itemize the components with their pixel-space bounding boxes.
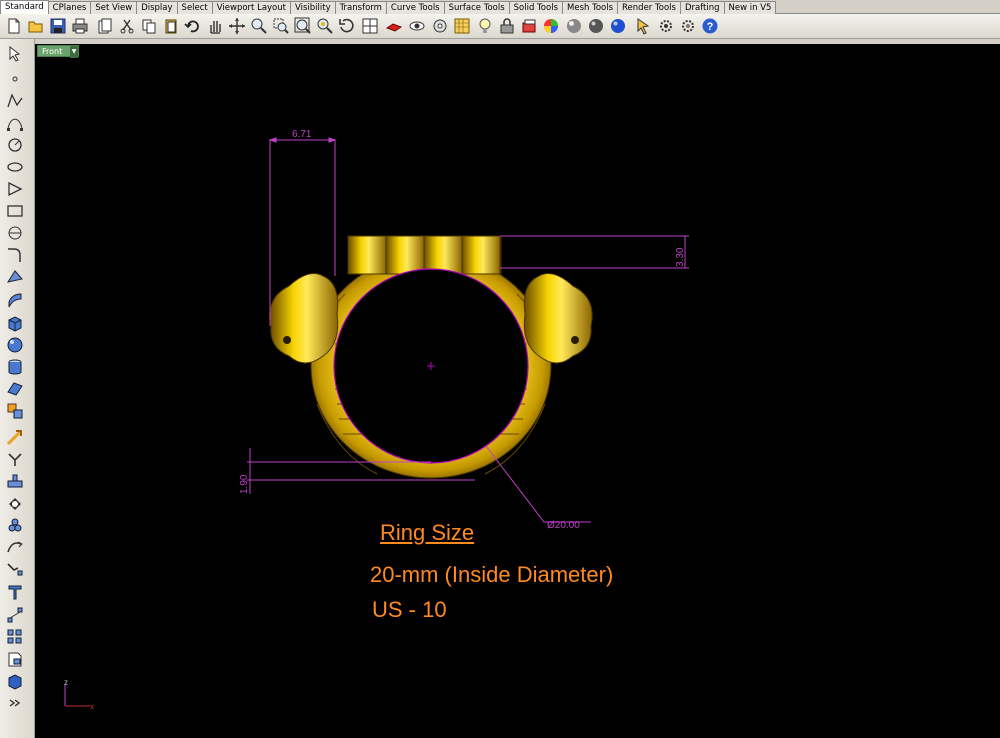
points-on-icon[interactable] [6, 606, 24, 624]
tab-drafting[interactable]: Drafting [679, 1, 725, 14]
world-axes-icon: z x [64, 678, 94, 711]
array-icon[interactable] [6, 628, 24, 646]
extrude-surface-icon[interactable] [6, 290, 24, 308]
save-icon[interactable] [49, 17, 67, 35]
new-file-icon[interactable] [5, 17, 23, 35]
move-arrows-icon[interactable] [228, 17, 246, 35]
copy-icon[interactable] [140, 17, 158, 35]
surface-corner-icon[interactable] [6, 268, 24, 286]
four-viewports-icon[interactable] [361, 17, 379, 35]
ring-size-us-text: US - 10 [372, 597, 447, 622]
lion-head-right [523, 273, 593, 364]
dimension-diameter-leader [485, 445, 591, 523]
ring-model-scene: 6.71 3.30 1.90 Ø20.00 z x [64, 129, 689, 711]
analyze-icon[interactable] [6, 516, 24, 534]
ellipse-icon[interactable] [6, 158, 24, 176]
zoom-selected-icon[interactable] [316, 17, 334, 35]
ring-size-title: Ring Size [380, 520, 475, 545]
tab-curve-tools[interactable]: Curve Tools [385, 1, 445, 14]
tab-select[interactable]: Select [176, 1, 213, 14]
mesh-plane-icon[interactable] [6, 380, 24, 398]
paste-icon[interactable] [162, 17, 180, 35]
dimension-tool-icon[interactable] [6, 560, 24, 578]
boolean-icon[interactable] [6, 472, 24, 490]
dimension-diameter-label: Ø20.00 [547, 520, 580, 531]
box-solid-icon[interactable] [6, 314, 24, 332]
toolbar-tabs: Standard CPlanes Set View Display Select… [0, 0, 1000, 14]
zoom-window-icon[interactable] [272, 17, 290, 35]
curve-control-points-icon[interactable] [6, 114, 24, 132]
render-sphere-icon[interactable] [609, 17, 627, 35]
rectangle-icon[interactable] [6, 202, 24, 220]
curve-from-object-icon[interactable] [6, 538, 24, 556]
lock-icon[interactable] [498, 17, 516, 35]
move-icon[interactable] [6, 428, 24, 446]
svg-text:?: ? [707, 21, 714, 33]
cut-icon[interactable] [118, 17, 136, 35]
rotate-view-icon[interactable] [338, 17, 356, 35]
transform-icon[interactable] [6, 402, 24, 420]
ring-size-diameter-text: 20-mm (Inside Diameter) [370, 562, 614, 587]
tab-render-tools[interactable]: Render Tools [617, 1, 681, 14]
axis-x-label: x [90, 702, 94, 711]
tab-surface-tools[interactable]: Surface Tools [443, 1, 510, 14]
color-wheel-icon[interactable] [542, 17, 560, 35]
undo-icon[interactable] [184, 17, 202, 35]
arc-icon[interactable] [6, 224, 24, 242]
tab-transform[interactable]: Transform [334, 1, 387, 14]
tab-solid-tools[interactable]: Solid Tools [508, 1, 563, 14]
block-icon[interactable] [6, 650, 24, 668]
tab-standard[interactable]: Standard [0, 0, 49, 14]
polyline-icon[interactable] [6, 92, 24, 110]
axis-z-label: z [64, 678, 68, 687]
rendered-sphere-icon[interactable] [587, 17, 605, 35]
cplane-icon[interactable] [431, 17, 449, 35]
cylinder-solid-icon[interactable] [6, 358, 24, 376]
sphere-solid-icon[interactable] [6, 336, 24, 354]
zoom-extents-icon[interactable] [294, 17, 312, 35]
dimension-thickness-left-label: 1.90 [239, 474, 250, 494]
lion-head-left [269, 273, 339, 364]
shaded-sphere-icon[interactable] [565, 17, 583, 35]
named-view-icon[interactable] [408, 17, 426, 35]
select-pointer-icon[interactable] [635, 17, 653, 35]
zoom-dynamic-icon[interactable] [250, 17, 268, 35]
split-icon[interactable] [6, 450, 24, 468]
pan-hand-icon[interactable] [206, 17, 224, 35]
solid-box-icon[interactable] [6, 672, 24, 690]
select-color-icon[interactable] [385, 17, 403, 35]
tab-visibility[interactable]: Visibility [289, 1, 336, 14]
dimension-width-top-label: 6.71 [292, 129, 312, 140]
layer-icon[interactable] [520, 17, 538, 35]
text-object-icon[interactable] [6, 583, 24, 601]
print-icon[interactable] [71, 17, 89, 35]
more-tools-chevron-icon[interactable] [6, 694, 24, 712]
open-file-icon[interactable] [27, 17, 45, 35]
dimension-height-right-label: 3.30 [675, 247, 686, 267]
import-icon[interactable] [96, 17, 114, 35]
tab-display[interactable]: Display [136, 1, 178, 14]
tab-new-in-v5[interactable]: New in V5 [723, 1, 777, 14]
polygon-icon[interactable] [6, 180, 24, 198]
circle-icon[interactable] [6, 136, 24, 154]
options-gear-icon[interactable] [657, 17, 675, 35]
tab-viewport-layout[interactable]: Viewport Layout [211, 1, 291, 14]
ring-top-settings [347, 235, 502, 275]
help-icon[interactable]: ? [701, 17, 719, 35]
point-icon[interactable] [6, 70, 24, 88]
standard-toolbar: ? [0, 14, 1000, 39]
grid-snap-icon[interactable] [453, 17, 471, 35]
group-icon[interactable] [6, 494, 24, 512]
light-bulb-icon[interactable] [476, 17, 494, 35]
select-arrow-icon[interactable] [6, 45, 24, 63]
tab-mesh-tools[interactable]: Mesh Tools [562, 1, 619, 14]
tab-cplanes[interactable]: CPlanes [47, 1, 92, 14]
dimension-height-right [500, 235, 689, 269]
properties-gear-icon[interactable] [679, 17, 697, 35]
fillet-icon[interactable] [6, 246, 24, 264]
tab-set-view[interactable]: Set View [90, 1, 138, 14]
